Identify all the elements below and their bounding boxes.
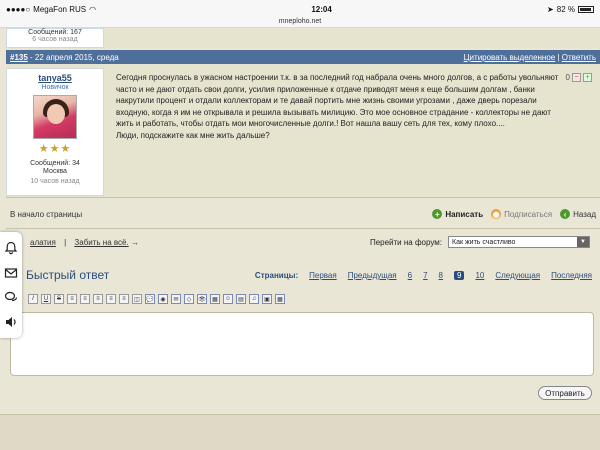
battery-icon — [577, 5, 594, 13]
pagination: Страницы: Первая Предыдущая 6 7 8 9 10 С… — [255, 271, 592, 280]
rss-icon: ◉ — [491, 209, 502, 219]
ios-status-bar: ●●●●○ MegaFon RUS ◠ 12:04 ➤ 82 % — [0, 0, 600, 18]
signal-icon: ●●●●○ — [6, 4, 31, 14]
avatar[interactable] — [33, 95, 77, 139]
editor-toolbar: I U S ≡ ≡ ≡ ≡ ≡ ◫ 💬 ◉ ✉ ◇ 👁 ▦ ☺ ▤ ♫ ▣ ▦ — [28, 294, 285, 304]
rating-value: 0 — [565, 73, 570, 82]
url-bar[interactable]: mneploho.net — [0, 18, 600, 28]
wifi-icon: ◠ — [89, 4, 97, 14]
code-icon[interactable]: ◇ — [184, 294, 194, 304]
divider — [6, 228, 600, 229]
back-button[interactable]: ‹ Назад — [560, 209, 596, 219]
page-prev[interactable]: Предыдущая — [348, 271, 397, 280]
location-icon: ➤ — [547, 4, 554, 14]
rank-stars-icon: ★★★ — [38, 143, 72, 155]
globe-link-icon[interactable]: ◉ — [158, 294, 168, 304]
battery-percent: 82 % — [556, 4, 575, 14]
music-icon[interactable]: ♫ — [249, 294, 259, 304]
video-icon[interactable]: ▤ — [236, 294, 246, 304]
italic-button[interactable]: I — [28, 294, 38, 304]
forum-jump-label: Перейти на форум: — [369, 237, 442, 247]
previous-post-count: Сообщений: 167 — [28, 29, 82, 36]
user-last-seen: 10 часов назад — [30, 178, 80, 185]
user-city: Москва — [43, 168, 67, 175]
topic-navigation: алатия | Забить на всё. → Перейти на фор… — [6, 234, 600, 250]
post-number-link[interactable]: #135 — [10, 53, 28, 62]
align-center-icon[interactable]: ≡ — [80, 294, 90, 304]
reply-link[interactable]: Ответить — [562, 53, 596, 62]
pages-label: Страницы: — [254, 271, 299, 280]
user-rank: Новичок — [41, 84, 69, 91]
reply-textarea[interactable] — [10, 312, 594, 376]
user-info-box: tanya55 Новичок ★★★ Сообщений: 34 Москва… — [6, 68, 104, 196]
username-link[interactable]: tanya55 — [7, 73, 103, 83]
next-topic-link[interactable]: Забить на всё. — [74, 238, 128, 247]
spoiler-eye-icon[interactable]: 👁 — [197, 294, 207, 304]
rating-minus-icon[interactable]: − — [572, 73, 581, 82]
back-arrow-icon: ‹ — [560, 209, 571, 219]
post-message: Сегодня проснулась в ужасном настроении … — [116, 72, 562, 141]
page-6[interactable]: 6 — [408, 271, 412, 280]
gallery-icon[interactable]: ▦ — [275, 294, 285, 304]
topic-actions-bar: В начало страницы + Написать ◉ Подписать… — [6, 202, 600, 226]
forum-select[interactable]: Как жить счастливо ▼ — [448, 236, 590, 248]
page-8[interactable]: 8 — [439, 271, 443, 280]
post-text-question: Люди, подскажите как мне жить дальше? — [116, 130, 270, 140]
post-body: tanya55 Новичок ★★★ Сообщений: 34 Москва… — [6, 64, 600, 198]
carrier-name: MegaFon RUS — [33, 4, 87, 14]
rating-plus-icon[interactable]: + — [583, 73, 592, 82]
previous-post-time: 6 часов назад — [32, 36, 78, 43]
align-right-icon[interactable]: ≡ — [93, 294, 103, 304]
previous-post: Сообщений: 167 6 часов назад — [6, 28, 600, 48]
strike-button[interactable]: S — [54, 294, 64, 304]
side-social-widget — [0, 232, 22, 338]
user-message-count: Сообщений: 34 — [30, 160, 80, 167]
post-header: #135 - 22 апреля 2015, среда Цитировать … — [6, 50, 600, 64]
chevron-down-icon: ▼ — [577, 237, 589, 247]
page-7[interactable]: 7 — [423, 271, 427, 280]
page-first[interactable]: Первая — [309, 271, 337, 280]
status-time: 12:04 — [311, 4, 332, 14]
page-last[interactable]: Последняя — [551, 271, 592, 280]
arrow-right-icon: → — [130, 237, 139, 247]
previous-post-user: Сообщений: 167 6 часов назад — [6, 28, 104, 48]
image-icon[interactable]: ▦ — [210, 294, 220, 304]
write-button[interactable]: + Написать — [432, 209, 483, 219]
speaker-icon[interactable] — [3, 314, 19, 330]
prev-topic-link[interactable]: алатия — [30, 238, 56, 247]
align-left-icon[interactable]: ≡ — [67, 294, 77, 304]
subscribe-button[interactable]: ◉ Подписаться — [491, 209, 552, 219]
post-rating: 0 − + — [566, 73, 592, 82]
page-next[interactable]: Следующая — [495, 271, 540, 280]
chat-icon[interactable] — [3, 289, 19, 305]
send-button[interactable]: Отправить — [538, 386, 592, 400]
mail-icon[interactable] — [3, 265, 19, 281]
page-10[interactable]: 10 — [475, 271, 484, 280]
post-text-paragraph: Сегодня проснулась в ужасном настроении … — [116, 73, 559, 128]
table-icon[interactable]: ◫ — [132, 294, 142, 304]
picture-icon[interactable]: ▣ — [262, 294, 272, 304]
post-date: - 22 апреля 2015, среда — [27, 52, 119, 62]
underline-button[interactable]: U — [41, 294, 51, 304]
page-footer — [0, 414, 600, 450]
list-icon[interactable]: ≡ — [119, 294, 129, 304]
quote-icon[interactable]: 💬 — [145, 294, 155, 304]
quote-selected-link[interactable]: Цитировать выделенное — [464, 53, 556, 62]
smiley-icon[interactable]: ☺ — [223, 294, 233, 304]
align-justify-icon[interactable]: ≡ — [106, 294, 116, 304]
plus-icon: + — [432, 209, 443, 219]
quick-reply-title: Быстрый ответ — [26, 268, 110, 282]
to-top-link[interactable]: В начало страницы — [10, 210, 82, 219]
bell-icon[interactable] — [3, 240, 19, 256]
email-icon[interactable]: ✉ — [171, 294, 181, 304]
page-current[interactable]: 9 — [454, 271, 465, 280]
